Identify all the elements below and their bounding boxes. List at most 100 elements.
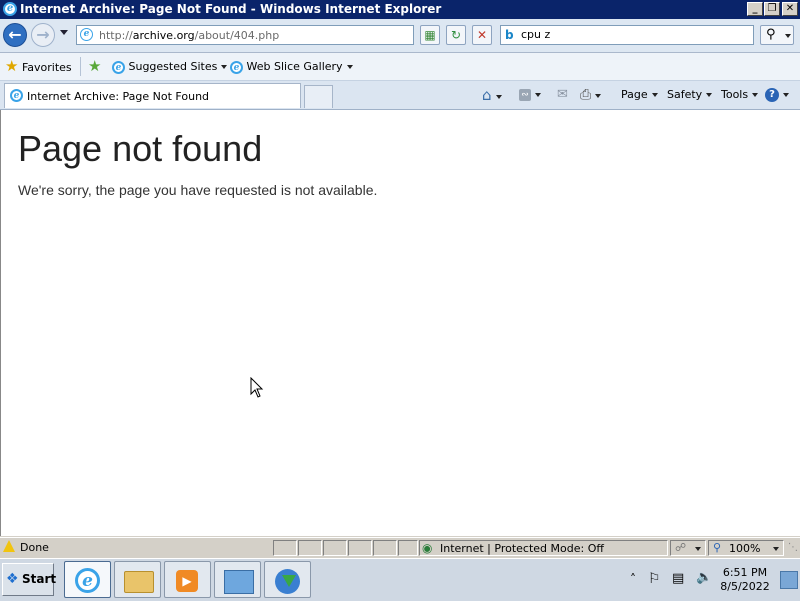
home-icon: ⌂ — [482, 86, 492, 104]
back-button[interactable]: ← — [3, 23, 27, 47]
taskbar-explorer-button[interactable] — [114, 561, 161, 598]
read-mail-button[interactable]: ✉ — [557, 87, 568, 103]
add-favorite-icon: ★ — [88, 57, 102, 75]
chevron-down-icon — [783, 93, 789, 97]
media-player-icon: ▶ — [176, 570, 198, 592]
stop-icon: ✕ — [476, 28, 488, 42]
magnifier-icon: ⚲ — [766, 27, 776, 42]
home-button[interactable]: ⌂ — [482, 87, 502, 103]
print-button[interactable]: ⎙ — [580, 87, 602, 103]
refresh-button[interactable]: ↻ — [446, 25, 466, 45]
network-icon[interactable]: ▤ — [672, 571, 684, 586]
action-center-flag-icon[interactable]: ⚐ — [648, 571, 661, 587]
suggested-sites-button[interactable]: e Suggested Sites — [112, 58, 228, 75]
status-pane — [348, 540, 372, 556]
download-arrow-icon — [282, 575, 296, 587]
refresh-icon: ↻ — [450, 28, 462, 42]
taskbar-server-manager-button[interactable] — [214, 561, 261, 598]
chevron-down-icon — [752, 93, 759, 97]
chevron-down-icon — [773, 547, 779, 551]
chevron-down-icon — [495, 95, 502, 99]
status-pane — [398, 540, 418, 556]
printer-icon: ⎙ — [580, 87, 592, 103]
stop-button[interactable]: ✕ — [472, 25, 492, 45]
page-menu-button[interactable]: Page — [621, 87, 658, 103]
chevron-down-icon — [535, 93, 541, 97]
add-to-favorites-bar-button[interactable]: ★ — [88, 58, 101, 75]
page-heading: Page not found — [18, 128, 263, 169]
compatibility-view-button[interactable]: ▦ — [420, 25, 440, 45]
search-box[interactable]: b — [500, 25, 754, 45]
show-desktop-button[interactable] — [780, 571, 798, 589]
chevron-down-icon — [346, 65, 353, 69]
ie-page-icon: e — [112, 60, 125, 74]
web-slice-gallery-button[interactable]: e Web Slice Gallery — [230, 58, 353, 75]
compatibility-icon: ▦ — [424, 28, 436, 42]
system-tray: ˄ ⚐ ▤ 🔈 6:51 PM 8/5/2022 — [624, 562, 800, 598]
favorites-button[interactable]: ★ Favorites — [5, 58, 72, 75]
navigation-bar: ← → e http://archive.org/about/404.php ▦… — [0, 19, 800, 53]
folder-icon — [124, 571, 154, 593]
recent-pages-dropdown[interactable] — [60, 30, 68, 35]
address-bar[interactable]: e http://archive.org/about/404.php — [76, 25, 490, 45]
help-icon: ? — [765, 88, 779, 102]
ie-logo-icon: e — [75, 568, 100, 593]
status-text: Done — [20, 541, 49, 554]
globe-icon: ◉ — [422, 541, 433, 555]
title-bar: e Internet Archive: Page Not Found - Win… — [0, 0, 800, 19]
status-pane — [373, 540, 397, 556]
clock-time: 6:51 PM — [722, 566, 768, 579]
ie-page-icon: e — [230, 60, 243, 74]
zoom-button[interactable]: ⚲ 100% — [708, 540, 784, 556]
server-manager-icon — [224, 570, 254, 594]
clock[interactable]: 6:51 PM 8/5/2022 — [718, 566, 772, 594]
taskbar: ❖ Start e ▶ ˄ ⚐ ▤ 🔈 6:51 PM 8/5/2022 — [0, 558, 800, 601]
safety-menu-button[interactable]: Safety — [667, 87, 713, 103]
page-content: Page not found We're sorry, the page you… — [0, 110, 800, 536]
close-button[interactable]: ✕ — [782, 2, 798, 16]
minimize-button[interactable]: _ — [747, 2, 763, 16]
chevron-down-icon — [651, 93, 658, 97]
address-url[interactable]: http://archive.org/about/404.php — [99, 29, 279, 42]
chevron-down-icon — [706, 93, 713, 97]
back-arrow-icon: ← — [8, 25, 22, 44]
taskbar-ie-button[interactable]: e — [64, 561, 111, 598]
mouse-cursor-icon — [250, 377, 264, 398]
start-button[interactable]: ❖ Start — [2, 563, 56, 596]
warning-icon — [3, 540, 15, 552]
windows-logo-icon: ❖ — [6, 571, 19, 587]
maximize-button[interactable]: ❐ — [764, 2, 780, 16]
search-input[interactable] — [521, 28, 741, 41]
zoom-icon: ⚲ — [713, 541, 722, 554]
divider — [80, 57, 81, 76]
forward-button[interactable]: → — [31, 23, 55, 47]
volume-muted-icon[interactable]: 🔈 — [696, 570, 712, 585]
taskbar-download-manager-button[interactable] — [264, 561, 311, 598]
chevron-down-icon — [595, 94, 602, 98]
protected-mode-button[interactable]: ☍ — [670, 540, 706, 556]
new-tab-button[interactable] — [304, 85, 333, 108]
tab-favicon-icon: e — [10, 89, 23, 102]
help-button[interactable]: ? — [765, 87, 789, 103]
tab-title: Internet Archive: Page Not Found — [27, 90, 210, 103]
ie-logo-icon: e — [3, 2, 17, 16]
taskbar-media-player-button[interactable]: ▶ — [164, 561, 211, 598]
security-zone-pane[interactable]: ◉ Internet | Protected Mode: Off — [419, 540, 668, 556]
chevron-down-icon — [785, 34, 791, 38]
feeds-button[interactable]: ∾ — [519, 87, 541, 103]
show-hidden-icons-button[interactable]: ˄ — [630, 572, 636, 586]
star-icon: ★ — [5, 57, 19, 75]
resize-grip-icon[interactable]: ⋱ — [788, 542, 798, 554]
tab-current[interactable]: e Internet Archive: Page Not Found — [4, 83, 301, 108]
tools-menu-button[interactable]: Tools — [721, 87, 759, 103]
page-message: We're sorry, the page you have requested… — [18, 182, 378, 198]
clock-date: 8/5/2022 — [720, 580, 770, 593]
rss-feed-icon: ∾ — [519, 89, 531, 101]
status-pane — [273, 540, 297, 556]
status-pane — [323, 540, 347, 556]
page-icon: e — [80, 28, 93, 41]
mail-icon: ✉ — [557, 87, 568, 102]
chevron-down-icon — [695, 547, 701, 551]
lock-icon: ☍ — [675, 541, 687, 554]
search-button[interactable]: ⚲ — [760, 25, 794, 45]
